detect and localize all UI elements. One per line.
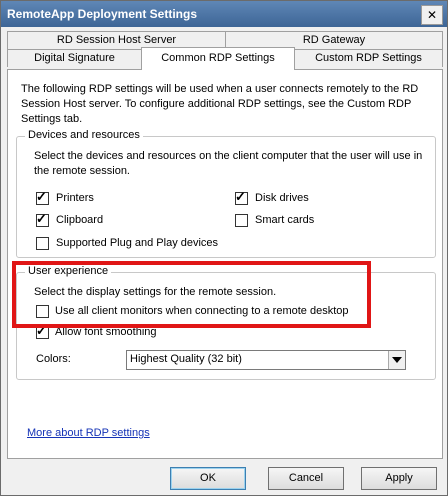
tab-panel: The following RDP settings will be used … (7, 69, 443, 459)
printers-checkbox[interactable]: ✓ (36, 189, 49, 205)
cancel-button[interactable]: Cancel (268, 467, 344, 490)
disk-drives-label: Disk drives (255, 192, 309, 204)
smart-cards-checkbox[interactable] (235, 214, 248, 227)
devices-group-title: Devices and resources (25, 129, 143, 141)
tab-digital-signature[interactable]: Digital Signature (7, 49, 142, 67)
dialog-window: RemoteApp Deployment Settings ✕ RD Sessi… (0, 0, 448, 496)
plug-and-play-checkbox[interactable] (36, 237, 49, 250)
use-all-monitors-label: Use all client monitors when connecting … (55, 305, 349, 317)
plug-and-play-label: Supported Plug and Play devices (56, 237, 219, 249)
printers-label: Printers (56, 192, 94, 204)
title-bar[interactable]: RemoteApp Deployment Settings ✕ (1, 1, 447, 27)
user-experience-group-title: User experience (25, 265, 112, 277)
devices-group: Devices and resources Select the devices… (16, 129, 436, 258)
intro-text: The following RDP settings will be used … (21, 83, 419, 125)
colors-dropdown-value: Highest Quality (32 bit) (130, 353, 242, 365)
tab-custom-rdp-settings[interactable]: Custom RDP Settings (294, 49, 443, 67)
disk-drives-checkbox[interactable]: ✓ (235, 189, 248, 205)
colors-label: Colors: (36, 353, 71, 365)
dropdown-arrow-icon[interactable] (388, 351, 405, 369)
use-all-monitors-checkbox[interactable] (36, 305, 49, 318)
window-title: RemoteApp Deployment Settings (7, 7, 198, 21)
tab-common-rdp-settings[interactable]: Common RDP Settings (141, 47, 295, 70)
user-experience-description: Select the display settings for the remo… (34, 286, 277, 298)
apply-button[interactable]: Apply (361, 467, 437, 490)
smart-cards-label: Smart cards (255, 214, 315, 226)
font-smoothing-checkbox[interactable]: ✓ (36, 323, 49, 339)
font-smoothing-label: Allow font smoothing (55, 326, 157, 338)
ok-button[interactable]: OK (170, 467, 246, 490)
colors-dropdown[interactable]: Highest Quality (32 bit) (126, 350, 406, 370)
devices-description: Select the devices and resources on the … (34, 150, 423, 177)
clipboard-label: Clipboard (56, 214, 104, 226)
more-about-rdp-link[interactable]: More about RDP settings (27, 427, 150, 439)
clipboard-checkbox[interactable]: ✓ (36, 211, 49, 227)
close-button[interactable]: ✕ (421, 5, 443, 25)
